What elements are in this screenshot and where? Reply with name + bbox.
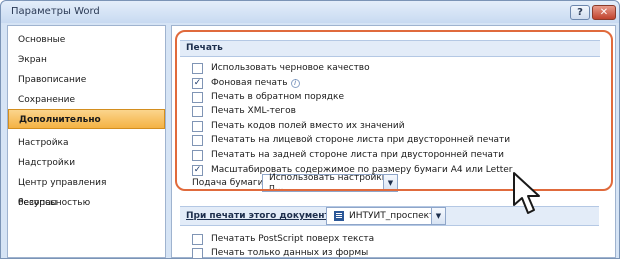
sidebar-item-proofing[interactable]: Правописание [8, 70, 165, 90]
checkbox[interactable] [192, 247, 203, 259]
highlight-frame [175, 30, 613, 191]
doc-print-label: При печати этого документа: [186, 211, 340, 221]
document-value: ИНТУИТ_проспект [349, 211, 435, 221]
chevron-down-icon: ▼ [431, 208, 445, 224]
window-title: Параметры Word [11, 6, 100, 17]
sidebar-item-customize[interactable]: Настройка [8, 133, 165, 153]
help-button[interactable]: ? [570, 5, 590, 20]
sidebar-item-general[interactable]: Основные [8, 30, 165, 50]
close-button[interactable]: ✕ [592, 5, 616, 20]
option-label: Печать только данных из формы [211, 248, 369, 258]
sidebar-item-resources[interactable]: Ресурсы [8, 193, 165, 213]
options-window: Параметры Word ? ✕ Основные Экран Правоп… [0, 0, 620, 259]
document-select[interactable]: ИНТУИТ_проспект ▼ [326, 207, 446, 225]
sidebar-item-trust-center[interactable]: Центр управления безопасностью [8, 173, 165, 208]
sidebar: Основные Экран Правописание Сохранение Д… [7, 25, 166, 258]
mouse-pointer-icon [513, 172, 540, 214]
option-postscript-over-text[interactable]: Печатать PostScript поверх текста [192, 232, 374, 246]
sidebar-item-addins[interactable]: Надстройки [8, 153, 165, 173]
title-bar: Параметры Word ? ✕ [1, 1, 619, 23]
option-form-data-only[interactable]: Печать только данных из формы [192, 246, 368, 259]
word-document-icon [334, 211, 344, 221]
option-label: Печатать PostScript поверх текста [211, 234, 375, 244]
sidebar-item-save[interactable]: Сохранение [8, 90, 165, 110]
sidebar-item-advanced[interactable]: Дополнительно [8, 109, 165, 129]
checkbox[interactable] [192, 233, 203, 245]
sidebar-item-display[interactable]: Экран [8, 50, 165, 70]
